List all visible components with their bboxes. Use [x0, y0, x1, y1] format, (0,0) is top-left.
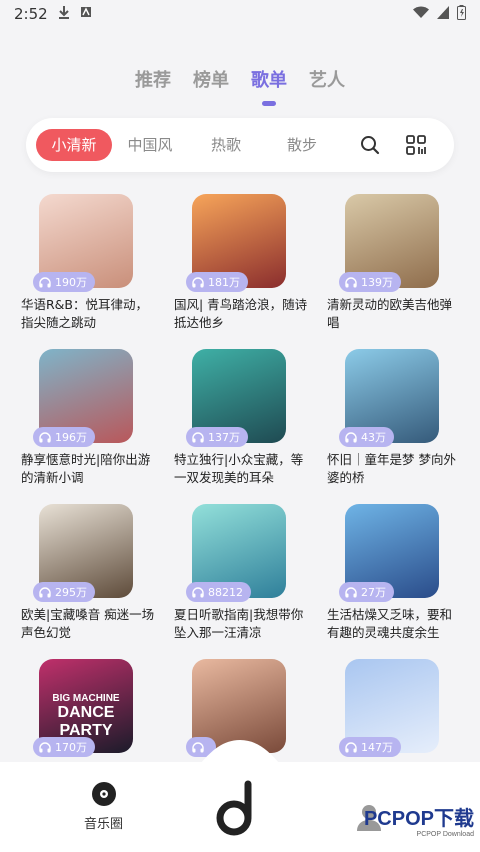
playlist-title[interactable]: 静享惬意时光|陪你出游的清新小调 — [21, 451, 155, 487]
play-count: 137万 — [208, 431, 240, 444]
headphones-icon — [39, 276, 51, 287]
battery-icon — [457, 4, 466, 24]
play-count: 181万 — [208, 276, 240, 289]
headphones-icon — [39, 741, 51, 752]
headphones-icon — [345, 586, 357, 597]
play-count: 88212 — [208, 585, 243, 599]
headphones-icon — [39, 431, 51, 442]
category-chinese-style[interactable]: 中国风 — [112, 129, 188, 161]
wifi-icon — [413, 5, 429, 23]
play-count-badge: 88212 — [186, 582, 251, 602]
download-icon — [58, 5, 70, 23]
grid-menu-icon[interactable] — [406, 135, 426, 155]
play-count: 196万 — [55, 431, 87, 444]
playlist-card[interactable]: 196万静享惬意时光|陪你出游的清新小调 — [19, 349, 172, 504]
playlist-card[interactable]: 43万怀旧｜童年是梦 梦向外婆的桥 — [325, 349, 478, 504]
headphones-icon — [345, 431, 357, 442]
nav-player-button[interactable] — [210, 780, 262, 842]
play-count-badge: 27万 — [339, 582, 394, 602]
app-notification-icon — [80, 6, 92, 22]
play-count-badge: 295万 — [33, 582, 95, 602]
play-count-badge: 139万 — [339, 272, 401, 292]
signal-icon — [437, 5, 449, 23]
play-count-badge: 196万 — [33, 427, 95, 447]
playlist-card[interactable]: 27万生活枯燥又乏味，要和有趣的灵魂共度余生 — [325, 504, 478, 659]
play-count: 190万 — [55, 276, 87, 289]
tab-artists[interactable]: 艺人 — [309, 66, 345, 106]
tab-charts[interactable]: 榜单 — [193, 66, 229, 106]
play-count: 170万 — [55, 741, 87, 754]
playlist-card[interactable]: 137万特立独行|小众宝藏，等一双发现美的耳朵 — [172, 349, 325, 504]
playlist-card[interactable]: 190万华语R&B：悦耳律动，指尖随之跳动 — [19, 194, 172, 349]
play-count-badge: 181万 — [186, 272, 248, 292]
headphones-icon — [192, 276, 204, 287]
play-count: 295万 — [55, 586, 87, 599]
playlist-title[interactable]: 夏日听歌指南|我想带你坠入那一汪清凉 — [174, 606, 308, 642]
play-count-badge: 190万 — [33, 272, 95, 292]
play-count-badge: 170万 — [33, 737, 95, 757]
playlist-title[interactable]: 清新灵动的欧美吉他弹唱 — [327, 296, 461, 332]
playlist-card[interactable]: 139万清新灵动的欧美吉他弹唱 — [325, 194, 478, 349]
headphones-icon — [192, 586, 204, 597]
playlist-grid: 190万 华语R&B：悦耳律动，指尖随之跳动 181万 国风| 青鸟踏沧浪，随诗抵达他… — [0, 194, 480, 814]
headphones-icon — [345, 741, 357, 752]
category-bar: 小清新 中国风 热歌 散步 — [26, 118, 454, 172]
disc-icon — [91, 782, 116, 806]
headphones-icon — [192, 431, 204, 442]
nav-music-circle-label: 音乐圈 — [84, 817, 124, 832]
status-time: 2:52 — [14, 5, 48, 23]
playlist-title[interactable]: 国风| 青鸟踏沧浪，随诗抵达他乡 — [174, 296, 308, 332]
playlist-title[interactable]: 怀旧｜童年是梦 梦向外婆的桥 — [327, 451, 461, 487]
playlist-card[interactable]: 88212 夏日听歌指南|我想带你坠入那一汪清凉 — [172, 504, 325, 659]
play-count-badge: 43万 — [339, 427, 394, 447]
playlist-title[interactable]: 特立独行|小众宝藏，等一双发现美的耳朵 — [174, 451, 308, 487]
music-note-icon — [216, 780, 252, 836]
playlist-title[interactable]: 生活枯燥又乏味，要和有趣的灵魂共度余生 — [327, 606, 461, 642]
play-count: 43万 — [361, 431, 386, 444]
playlist-title[interactable]: 华语R&B：悦耳律动，指尖随之跳动 — [21, 296, 155, 332]
headphones-icon — [39, 586, 51, 597]
headphones-icon — [345, 276, 357, 287]
top-tabs: 推荐 榜单 歌单 艺人 — [0, 66, 480, 106]
category-fresh[interactable]: 小清新 — [36, 129, 112, 161]
play-count: 139万 — [361, 276, 393, 289]
playlist-title[interactable]: 欧美|宝藏嗓音 痴迷一场声色幻觉 — [21, 606, 155, 642]
search-icon[interactable] — [360, 135, 380, 155]
category-hot-songs[interactable]: 热歌 — [188, 129, 264, 161]
category-walking[interactable]: 散步 — [264, 129, 340, 161]
play-count-badge: 147万 — [339, 737, 401, 757]
nav-music-circle[interactable]: 音乐圈 — [84, 781, 123, 832]
cover-overlay-text: BIG MACHINE DANCE PARTY — [52, 693, 120, 739]
watermark-logo: PCPOP下载 PCPOP Download — [363, 808, 474, 838]
playlist-card[interactable]: 181万国风| 青鸟踏沧浪，随诗抵达他乡 — [172, 194, 325, 349]
play-count: 147万 — [361, 741, 393, 754]
bottom-nav: 音乐圈 PCPOP下载 PCPOP Download — [0, 740, 480, 852]
playlist-card[interactable]: 295万欧美|宝藏嗓音 痴迷一场声色幻觉 — [19, 504, 172, 659]
tab-playlists[interactable]: 歌单 — [251, 66, 287, 106]
play-count: 27万 — [361, 586, 386, 599]
play-count-badge: 137万 — [186, 427, 248, 447]
tab-recommend[interactable]: 推荐 — [135, 66, 171, 106]
status-bar: 2:52 — [0, 0, 480, 28]
